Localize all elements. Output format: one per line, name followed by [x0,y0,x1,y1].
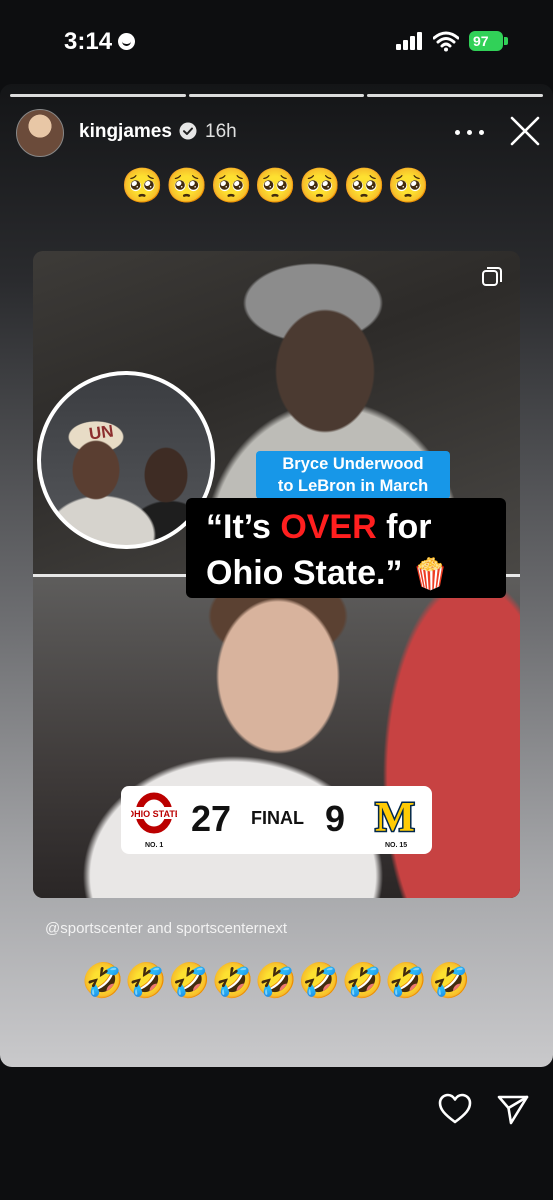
quote-line2: Ohio State.” [206,554,403,592]
credit-and: and [146,920,172,937]
scoreboard: OHIO STATE NO. 1 27 FINAL 9 M NO. 15 [121,786,432,854]
verified-icon [179,122,197,140]
headline-tag-line2: to LeBron in March [277,477,429,495]
post-credit[interactable]: @sportscenter and sportscenternext [45,920,287,937]
emoji-row-pleading: 🥺🥺🥺🥺🥺🥺🥺 [121,167,432,205]
signal-icon [396,32,424,50]
story-progress-segment-2 [189,94,364,97]
quote-line1: “It’s OVER for [206,504,506,550]
status-time: 3:14 [64,28,113,55]
send-icon[interactable] [496,1093,530,1125]
michigan-logo-letter: M [375,796,415,836]
right-team-rank: NO. 15 [385,842,408,849]
quote-open: “It’s [206,508,281,546]
battery-icon: 97 [469,31,503,51]
heart-icon[interactable] [438,1093,472,1125]
game-status: FINAL [251,808,304,828]
quote-red-word: OVER [280,508,377,546]
left-team-rank: NO. 1 [145,842,164,849]
battery-tip [504,37,508,45]
credit-second[interactable]: sportscenternext [176,920,287,937]
story-username[interactable]: kingjames [79,121,172,143]
story-age: 16h [205,121,237,142]
multi-photo-icon [482,267,502,286]
emoji-row-laughing: 🤣🤣🤣🤣🤣🤣🤣🤣🤣 [81,962,472,1000]
credit-handle[interactable]: @sportscenter [45,920,143,937]
quote-box: “It’s OVER for Ohio State.” 🍿 [186,498,506,598]
headline-tag: Bryce Underwood to LeBron in March [256,451,450,499]
avatar[interactable] [16,109,64,157]
left-team-score: 27 [191,798,232,839]
quote-line2-wrap: Ohio State.” 🍿 [206,550,506,598]
quote-rest: for [376,508,432,546]
status-bar: 3:14 97 [0,0,553,84]
right-team-score: 9 [325,798,346,839]
story-card[interactable]: kingjames 16h 🥺🥺🥺🥺🥺🥺🥺 UN Bryce Underwood… [0,84,553,1067]
michigan-logo: M [374,796,417,836]
more-icon[interactable] [455,130,485,138]
shared-post[interactable]: UN Bryce Underwood to LeBron in March “I… [33,251,520,898]
popcorn-emoji: 🍿 [411,558,450,592]
close-icon[interactable] [510,116,540,146]
do-not-disturb-icon [118,33,135,50]
wifi-icon [433,31,459,52]
ohio-state-logo-text: OHIO STATE [131,809,177,819]
headline-tag-line1: Bryce Underwood [282,455,424,473]
cap-text: UN [87,421,115,444]
ohio-state-logo: OHIO STATE [131,792,177,834]
story-progress-segment-1 [10,94,186,97]
story-progress-segment-3 [367,94,543,97]
